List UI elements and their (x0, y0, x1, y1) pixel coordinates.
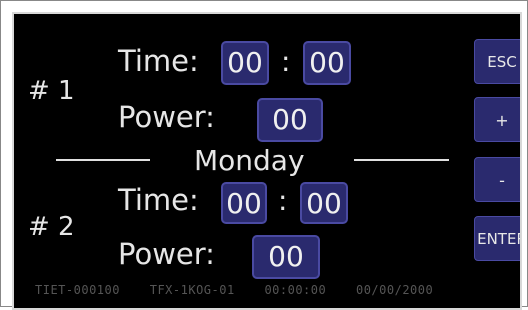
slot2-power-label: Power: (118, 237, 215, 271)
status-date: 00/00/2000 (355, 283, 434, 297)
slot2-power-field[interactable]: 00 (252, 235, 320, 279)
status-time: 00:00:00 (264, 283, 327, 297)
status-bar: TIET-000100 TFX-1KOG-01 00:00:00 00/00/2… (35, 283, 455, 297)
day-label: Monday (194, 144, 305, 177)
slot2-time-label: Time: (118, 183, 199, 217)
esc-button[interactable]: ESC (474, 39, 520, 84)
slot1-hours-field[interactable]: 00 (221, 41, 269, 85)
slot2-minutes-field[interactable]: 00 (300, 182, 348, 224)
status-device-id: TIET-000100 (35, 283, 120, 297)
device-frame: # 1 Time: 00 : 00 Power: 00 Monday # 2 T… (0, 0, 528, 310)
slot2-hours-field[interactable]: 00 (221, 182, 267, 224)
slot1-label: # 1 (28, 76, 75, 106)
slot1-power-field[interactable]: 00 (257, 98, 323, 142)
minus-button[interactable]: - (474, 157, 520, 202)
slot1-time-label: Time: (118, 44, 199, 78)
plus-button[interactable]: + (474, 97, 520, 142)
slot2-time-separator: : (278, 184, 288, 217)
slot1-power-label: Power: (118, 100, 215, 134)
divider-left (56, 159, 150, 161)
slot2-label: # 2 (28, 212, 75, 242)
slot1-time-separator: : (281, 45, 291, 78)
enter-button[interactable]: ENTER (474, 216, 520, 261)
divider-right (354, 159, 449, 161)
slot1-minutes-field[interactable]: 00 (303, 41, 351, 85)
display-screen: # 1 Time: 00 : 00 Power: 00 Monday # 2 T… (12, 12, 522, 310)
status-model: TFX-1KOG-01 (149, 283, 235, 297)
